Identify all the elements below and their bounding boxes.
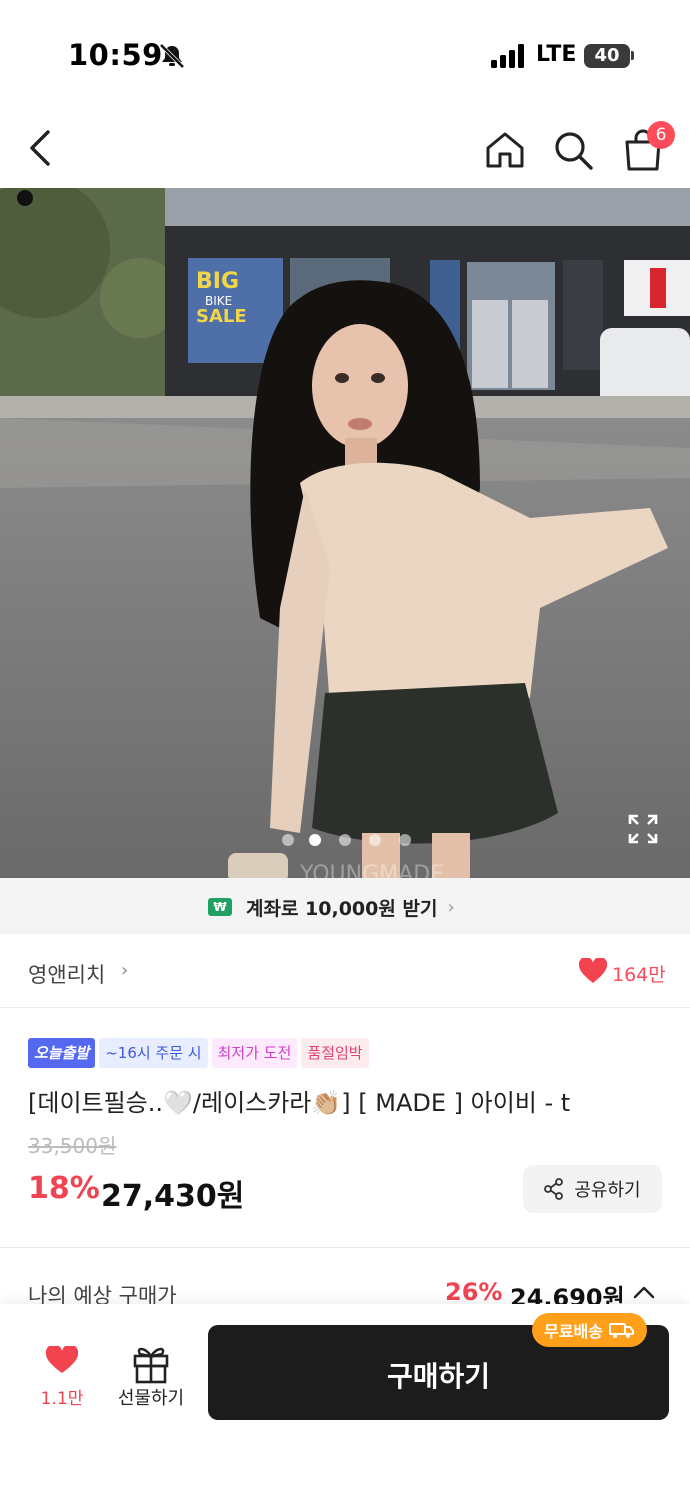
brand-like-count: 164만 <box>612 964 666 986</box>
back-arrow-icon[interactable] <box>24 128 58 168</box>
tag-order-cutoff: ~16시 주문 시 <box>99 1038 208 1068</box>
buy-label: 구매하기 <box>386 1360 491 1393</box>
product-image[interactable]: BIG BIKE SALE YOUNGMADE <box>0 188 690 878</box>
chevron-right-icon: › <box>447 896 455 918</box>
tag-today-ship: 오늘출발 <box>28 1038 96 1068</box>
tag-lowest-price: 최저가 도전 <box>211 1038 298 1068</box>
gallery-dot[interactable] <box>282 834 294 846</box>
share-label: 공유하기 <box>574 1180 641 1201</box>
chevron-up-icon[interactable] <box>633 1284 655 1300</box>
network-type: LTE <box>536 42 577 67</box>
gallery-dot[interactable] <box>369 834 381 846</box>
search-icon[interactable] <box>552 129 594 171</box>
battery-icon: 40 <box>584 44 630 68</box>
won-icon: ₩ <box>208 898 232 916</box>
cart-count-badge: 6 <box>647 121 675 149</box>
account-promo-banner[interactable]: ₩ 계좌로 10,000원 받기 › <box>0 878 690 934</box>
battery-cap <box>631 51 634 60</box>
svg-text:SALE: SALE <box>196 306 247 327</box>
clock: 10:59 <box>68 38 163 72</box>
image-corner-marker <box>17 190 33 206</box>
product-tags: 오늘출발 ~16시 주문 시 최저가 도전 품절임박 <box>28 1038 369 1068</box>
product-title: [데이트필승..🤍/레이스카라👏🏼] [ MADE ] 아이비 - t <box>28 1089 571 1117</box>
free-shipping-text: 무료배송 <box>544 1322 603 1341</box>
share-icon <box>544 1178 564 1200</box>
product-photo: BIG BIKE SALE YOUNGMADE <box>0 188 690 878</box>
svg-text:BIG: BIG <box>196 269 239 294</box>
wishlist-count: 1.1만 <box>40 1389 84 1409</box>
brand-name[interactable]: 영앤리치 <box>28 959 105 989</box>
signal-icon <box>491 44 524 68</box>
svg-text:YOUNGMADE: YOUNGMADE <box>299 862 444 878</box>
original-price: 33,500원 <box>28 1134 117 1158</box>
home-icon[interactable] <box>484 130 526 170</box>
expand-icon[interactable] <box>626 812 660 846</box>
top-nav <box>0 110 690 188</box>
bell-muted-icon <box>159 43 185 69</box>
chevron-right-icon: › <box>121 960 129 981</box>
gallery-dot[interactable] <box>399 834 411 846</box>
share-button[interactable]: 공유하기 <box>523 1165 662 1213</box>
truck-icon <box>608 1323 634 1338</box>
heart-icon[interactable] <box>579 958 607 984</box>
sale-price: 27,430원 <box>101 1179 245 1214</box>
discount-rate: 18% <box>28 1171 100 1206</box>
free-shipping-badge: 무료배송 <box>532 1313 647 1347</box>
promo-text: 계좌로 10,000원 받기 <box>246 897 438 920</box>
heart-icon[interactable] <box>46 1346 78 1374</box>
status-bar: 10:59 LTE 40 <box>0 0 690 110</box>
gallery-dot-active[interactable] <box>309 834 321 846</box>
gallery-pagination <box>0 830 690 850</box>
gallery-dot[interactable] <box>339 834 351 846</box>
gift-label: 선물하기 <box>117 1388 185 1409</box>
brand-row[interactable]: 영앤리치 › 164만 <box>0 934 690 1008</box>
expected-discount: 26% <box>445 1278 503 1306</box>
divider <box>0 1247 690 1248</box>
tag-almost-sold-out: 품절임박 <box>301 1038 369 1068</box>
